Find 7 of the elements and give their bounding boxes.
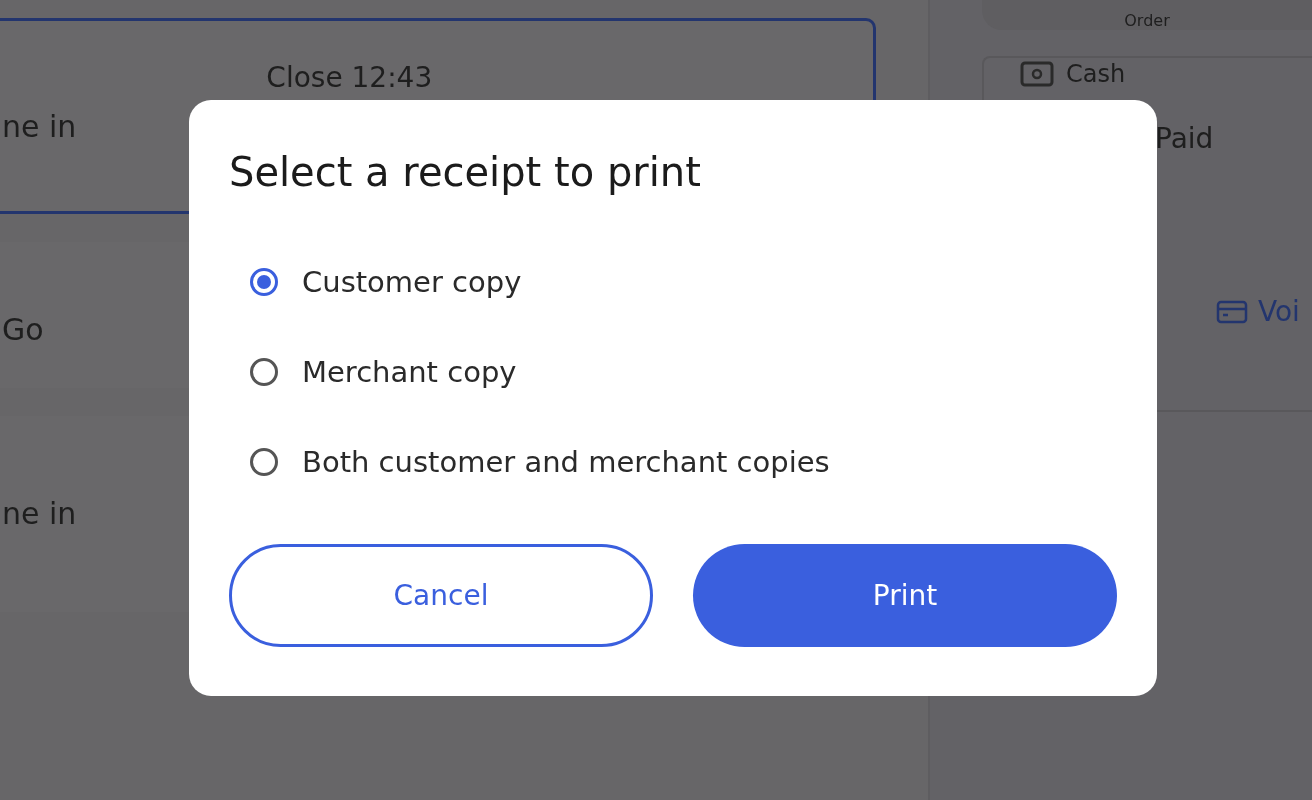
close-time: Close 12:43: [266, 61, 433, 94]
payment-method: Cash: [1066, 60, 1126, 88]
card-text: ne in: [2, 496, 77, 531]
card-text: Go: [2, 312, 44, 347]
dialog-title: Select a receipt to print: [229, 148, 702, 197]
card-text: ne in: [2, 109, 77, 144]
payment-status: Paid: [1155, 122, 1215, 155]
